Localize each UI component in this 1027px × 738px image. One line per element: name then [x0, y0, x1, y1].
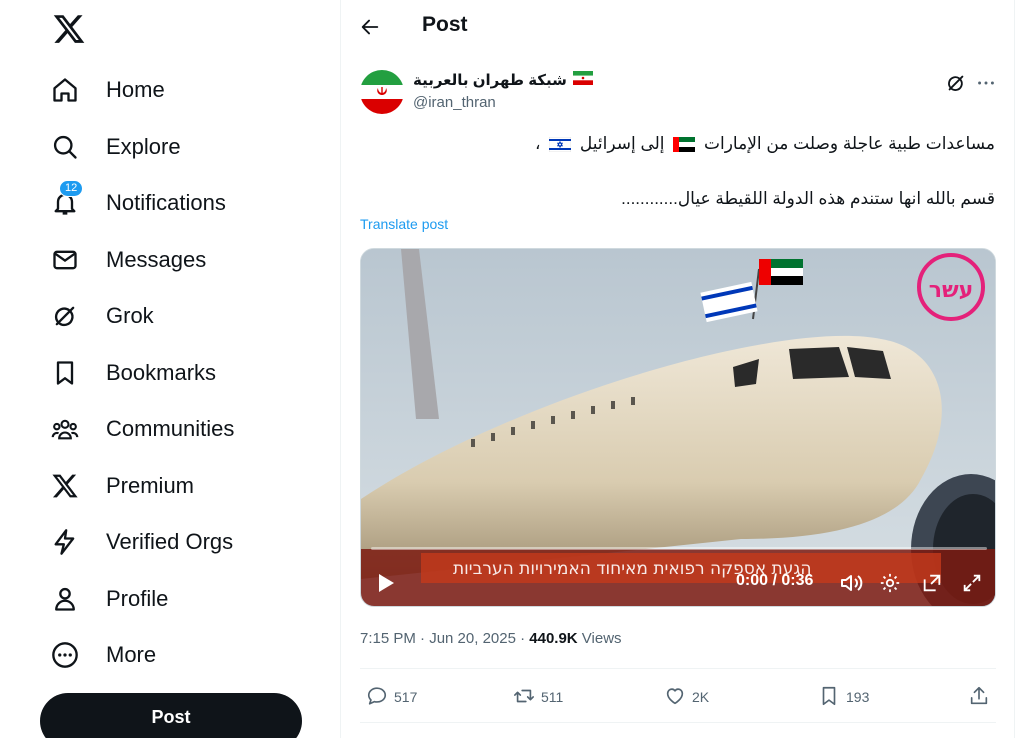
share-icon — [968, 685, 990, 710]
repost-count: 511 — [541, 689, 564, 705]
home-icon — [50, 75, 80, 105]
views-label: Views — [577, 630, 622, 647]
video-progress-bar[interactable] — [371, 547, 987, 550]
mail-icon — [50, 245, 80, 275]
nav-more[interactable]: More — [50, 631, 156, 679]
nav-label-verified-orgs: Verified Orgs — [106, 529, 234, 554]
nav-label-home: Home — [106, 77, 165, 102]
nav-home[interactable]: Home — [50, 66, 165, 114]
like-button[interactable]: 2K — [664, 684, 709, 710]
video-frame-airplane: עשר — [361, 249, 995, 606]
avatar[interactable] — [360, 70, 404, 114]
volume-icon[interactable] — [839, 572, 863, 599]
play-icon[interactable] — [377, 573, 395, 598]
nav-label-messages: Messages — [106, 247, 207, 272]
bookmark-count: 193 — [846, 689, 870, 705]
more-options-icon[interactable] — [975, 72, 997, 94]
compose-post-button[interactable]: Post — [40, 693, 302, 738]
post-timestamp[interactable]: 7:15 PM · Jun 20, 2025 · — [360, 630, 529, 647]
author-display-name: شبكة طهران بالعربية — [413, 72, 567, 89]
repost-button[interactable]: 511 — [513, 684, 563, 710]
nav-label-bookmarks: Bookmarks — [106, 360, 217, 385]
uae-flag-icon — [673, 137, 696, 157]
notification-badge: 12 — [59, 180, 84, 197]
nav-label-explore: Explore — [106, 134, 181, 159]
author-name[interactable]: شبكة طهران بالعربية — [413, 71, 593, 89]
back-arrow-icon[interactable] — [355, 12, 385, 42]
nav-label-premium: Premium — [106, 473, 195, 498]
repost-icon — [513, 685, 535, 710]
communities-icon — [50, 414, 80, 444]
like-count: 2K — [692, 689, 710, 705]
nav-label-notifications: Notifications — [106, 190, 226, 215]
nav-explore[interactable]: Explore — [50, 123, 181, 171]
israel-flag-icon — [548, 136, 572, 157]
fullscreen-icon[interactable] — [961, 572, 983, 599]
main-column: Post شبكة طهران بالعربية @iran_thran مسا… — [341, 0, 1014, 738]
nav-bookmarks[interactable]: Bookmarks — [50, 349, 216, 397]
lightning-icon — [50, 527, 80, 557]
bookmark-button[interactable]: 193 — [818, 684, 869, 710]
svg-text:עשר: עשר — [929, 278, 974, 303]
post-text-segment: إلى إسرائيل — [579, 134, 665, 153]
separator — [360, 668, 996, 669]
bookmark-icon — [818, 685, 840, 710]
compose-post-label: Post — [151, 706, 191, 727]
grok-icon — [50, 301, 80, 331]
iran-flag-icon — [572, 71, 593, 89]
top-bar: Post — [341, 0, 1014, 53]
nav-messages[interactable]: Messages — [50, 236, 206, 284]
nav-label-grok: Grok — [106, 303, 154, 328]
share-button[interactable] — [968, 684, 990, 710]
search-icon — [50, 132, 80, 162]
views-count: 440.9K — [529, 630, 578, 647]
post-text-line-1: مساعدات طبية عاجلة وصلت من الإمارات إلى … — [535, 134, 995, 157]
sidebar: Home Explore 12 Notifications Messages G… — [0, 0, 340, 738]
x-logo-icon — [50, 471, 80, 501]
separator — [360, 722, 996, 723]
video-player[interactable]: עשר הגעת אספקה רפואית מאיחוד האמירויות ה… — [360, 248, 996, 607]
reply-count: 517 — [394, 689, 418, 705]
person-icon — [50, 584, 80, 614]
translate-post-link[interactable]: Translate post — [360, 216, 448, 232]
bell-icon: 12 — [50, 180, 84, 218]
page-title: Post — [422, 13, 468, 36]
settings-gear-icon[interactable] — [879, 572, 901, 599]
nav-communities[interactable]: Communities — [50, 405, 234, 453]
nav-label-more: More — [106, 642, 157, 667]
nav-label-communities: Communities — [106, 416, 235, 441]
nav-premium[interactable]: Premium — [50, 462, 194, 510]
column-divider-right — [1014, 0, 1015, 738]
nav-verified-orgs[interactable]: Verified Orgs — [50, 518, 233, 566]
post-meta: 7:15 PM · Jun 20, 2025 · 440.9K Views — [360, 630, 622, 647]
reply-icon — [366, 685, 388, 710]
nav-label-profile: Profile — [106, 586, 169, 611]
post-text-line-2: قسم بالله انها ستندم هذه الدولة اللقيطة … — [621, 189, 995, 208]
post-text-segment: ، — [534, 134, 541, 153]
picture-in-picture-icon[interactable] — [921, 572, 943, 599]
post-text-segment: مساعدات طبية عاجلة وصلت من الإمارات — [704, 134, 995, 153]
nav-profile[interactable]: Profile — [50, 575, 168, 623]
bookmark-icon — [50, 358, 80, 388]
grok-icon[interactable] — [945, 72, 967, 94]
nav-grok[interactable]: Grok — [50, 292, 154, 340]
x-logo-icon[interactable] — [52, 12, 86, 46]
video-time: 0:00 / 0:36 — [736, 572, 814, 589]
more-circle-icon — [50, 640, 80, 670]
author-handle[interactable]: @iran_thran — [413, 94, 496, 111]
nav-notifications[interactable]: 12 Notifications — [50, 179, 226, 227]
reply-button[interactable]: 517 — [366, 684, 417, 710]
heart-icon — [664, 685, 686, 710]
